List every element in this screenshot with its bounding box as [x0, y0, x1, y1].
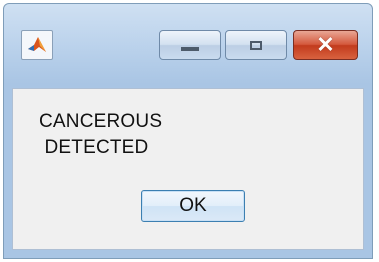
title-bar[interactable]: ✕	[4, 4, 372, 88]
dialog-body: CANCEROUS DETECTED OK	[12, 88, 364, 250]
dialog-window: ✕ CANCEROUS DETECTED OK	[3, 3, 373, 259]
minimize-button[interactable]	[159, 30, 221, 60]
maximize-icon	[250, 40, 262, 50]
message-text: CANCEROUS DETECTED	[39, 109, 162, 161]
ok-button[interactable]: OK	[141, 190, 245, 222]
message-line-1: CANCEROUS	[39, 111, 163, 132]
minimize-icon	[181, 47, 199, 51]
maximize-button[interactable]	[225, 30, 287, 60]
close-button[interactable]: ✕	[293, 30, 358, 60]
close-icon: ✕	[316, 32, 335, 57]
message-line-2: DETECTED	[39, 137, 149, 158]
matlab-icon[interactable]	[21, 30, 53, 60]
